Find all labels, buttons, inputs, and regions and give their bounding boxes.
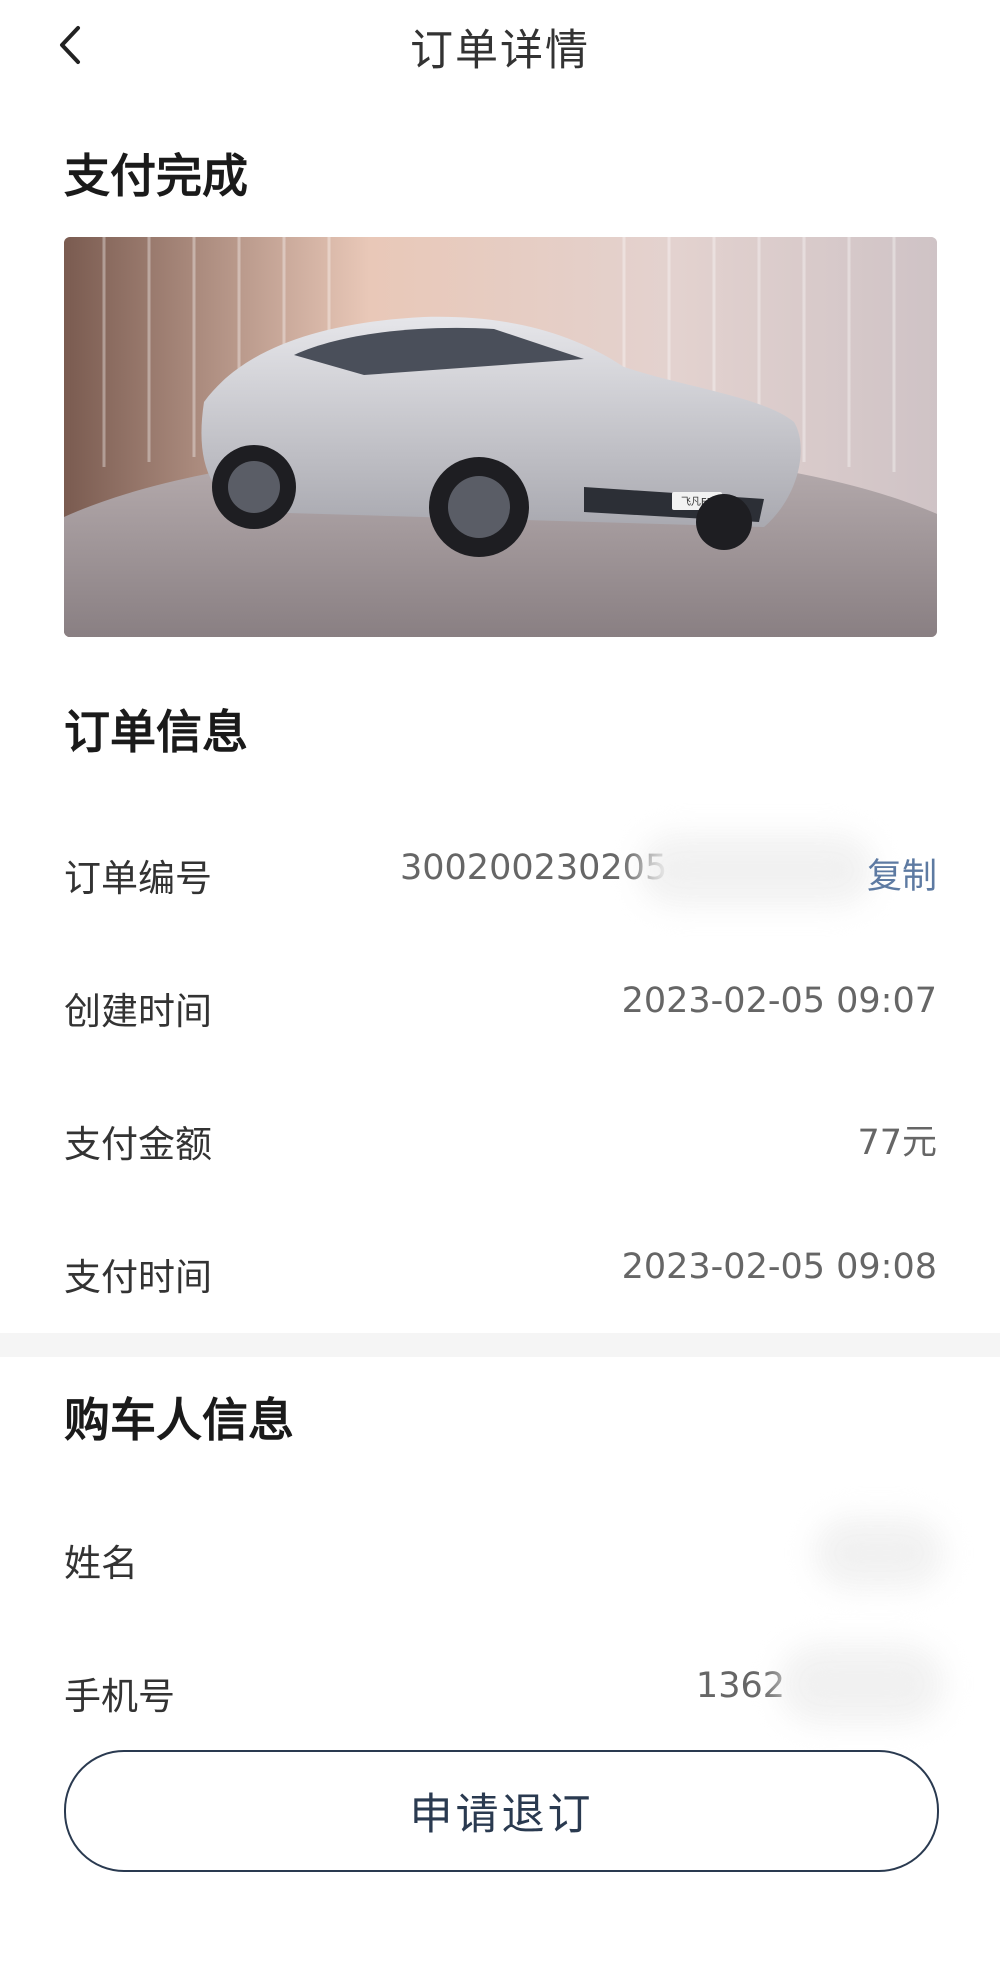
payment-status-heading: 支付完成 bbox=[64, 149, 248, 203]
redaction-blur bbox=[814, 1517, 944, 1589]
order-number-row: 订单编号 300200230205 复制 bbox=[64, 834, 937, 906]
amount-row: 支付金额 77元 bbox=[64, 1106, 937, 1166]
order-number-label: 订单编号 bbox=[64, 857, 212, 900]
copy-order-number-button[interactable]: 复制 bbox=[867, 848, 937, 899]
car-image: 飞凡F7 bbox=[64, 237, 937, 637]
created-time-label: 创建时间 bbox=[64, 990, 212, 1033]
phone-row: 手机号 1362 bbox=[64, 1644, 944, 1724]
page-title: 订单详情 bbox=[410, 26, 590, 76]
amount-value: 77元 bbox=[857, 1123, 937, 1163]
redaction-blur bbox=[779, 1644, 944, 1724]
name-label: 姓名 bbox=[64, 1542, 138, 1585]
section-divider bbox=[0, 1333, 1000, 1357]
phone-label: 手机号 bbox=[64, 1675, 175, 1718]
pay-time-label: 支付时间 bbox=[64, 1256, 212, 1299]
pay-time-value: 2023-02-05 09:08 bbox=[621, 1247, 937, 1287]
redaction-blur bbox=[639, 834, 874, 906]
pay-time-row: 支付时间 2023-02-05 09:08 bbox=[64, 1239, 937, 1299]
nav-bar: 订单详情 bbox=[0, 0, 1000, 92]
apply-refund-button[interactable]: 申请退订 bbox=[64, 1750, 939, 1872]
order-number-value: 300200230205 bbox=[400, 848, 668, 888]
phone-value: 1362 bbox=[695, 1666, 785, 1706]
created-time-row: 创建时间 2023-02-05 09:07 bbox=[64, 973, 937, 1033]
created-time-value: 2023-02-05 09:07 bbox=[621, 981, 937, 1021]
order-info-heading: 订单信息 bbox=[64, 705, 248, 759]
buyer-info-heading: 购车人信息 bbox=[64, 1393, 294, 1447]
apply-refund-label: 申请退订 bbox=[409, 1790, 594, 1840]
name-row: 姓名 bbox=[64, 1517, 944, 1589]
amount-label: 支付金额 bbox=[64, 1123, 212, 1166]
